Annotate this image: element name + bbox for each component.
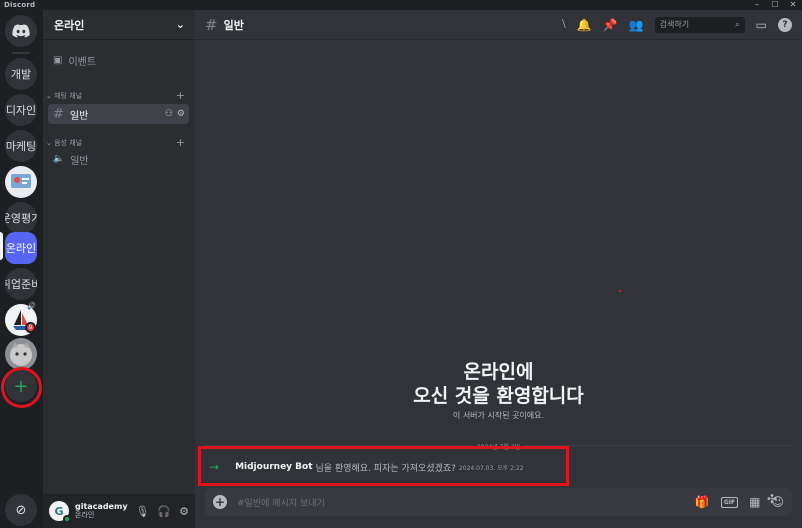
hash-icon: # <box>53 106 64 122</box>
server-evaluation[interactable]: 운영평가 <box>5 202 37 234</box>
speaker-icon: 🔈 <box>53 154 65 164</box>
gear-icon[interactable]: ⚙ <box>177 109 185 119</box>
server-image-icon[interactable] <box>5 166 37 198</box>
mention-badge: 9 <box>25 322 36 333</box>
cat-photo-icon <box>10 342 32 366</box>
discover-icon[interactable]: ⊘ <box>5 494 37 526</box>
server-online[interactable]: 온라인 <box>5 232 37 264</box>
server-dev[interactable]: 개발 <box>5 58 37 90</box>
server-header[interactable]: 온라인 ⌄ <box>43 10 195 40</box>
server-cat-avatar[interactable] <box>5 338 37 370</box>
rail-separator <box>12 52 30 54</box>
online-status-dot <box>63 515 71 523</box>
add-voice-channel-icon[interactable]: + <box>176 136 185 149</box>
user-panel: G gitacademy 온라인 🎙 🎧 ⚙ <box>43 494 195 528</box>
stray-dot <box>619 290 621 292</box>
server-name: 온라인 <box>54 18 85 32</box>
channel-header: # 일반 ⧵ 🔔 📌 👥 검색하기 ⌕ ▭ ? <box>195 10 802 40</box>
hash-icon: # <box>205 15 218 34</box>
category-text[interactable]: ⌄ 채팅 채널 + <box>46 89 185 102</box>
text-category-label: 채팅 채널 <box>54 91 83 100</box>
channel-sidebar: 온라인 ⌄ ▣ 이벤트 ⌄ 채팅 채널 + # 일반 ⚇ ⚙ ⌄ 음성 채널 +… <box>43 10 195 528</box>
gift-icon[interactable]: 🎁 <box>695 495 710 509</box>
welcome-line-2: 오신 것을 환영합니다 <box>413 385 584 407</box>
search-icon: ⌕ <box>735 19 740 29</box>
welcome-block: 온라인에 오신 것을 환영합니다 이 서버가 시작된 곳이에요. <box>195 360 802 421</box>
search-placeholder: 검색하기 <box>659 20 690 29</box>
highlight-circle <box>1 367 42 408</box>
voice-category-label: 음성 채널 <box>54 138 83 147</box>
chevron-icon: ⌄ <box>46 91 55 100</box>
user-info[interactable]: gitacademy 온라인 <box>75 502 128 520</box>
threads-icon[interactable]: ⧵ <box>562 17 566 32</box>
channel-general-text[interactable]: # 일반 ⚇ ⚙ <box>48 104 189 124</box>
window-controls: – ☐ ✕ <box>748 0 802 10</box>
category-voice[interactable]: ⌄ 음성 채널 + <box>46 136 185 149</box>
channel-label: 일반 <box>69 110 89 122</box>
welcome-subtitle: 이 서버가 시작된 곳이에요. <box>452 411 545 420</box>
gif-button[interactable]: GIF <box>720 496 739 508</box>
chevron-icon: ⌄ <box>46 138 55 147</box>
close-icon[interactable]: ✕ <box>784 0 802 10</box>
discord-window: Discord – ☐ ✕ 개발 디자인 마케팅 운영평가 온라인 취업준비 🔊… <box>0 0 802 528</box>
user-status: 온라인 <box>75 511 95 519</box>
voice-channel-label: 일반 <box>70 155 89 167</box>
inbox-icon[interactable]: ▭ <box>756 18 767 32</box>
message-composer: + #일반에 메시지 보내기 🎁 GIF ▦ ☺ <box>205 488 792 516</box>
settings-gear-icon[interactable]: ⚙ <box>179 505 189 518</box>
channel-title: 일반 <box>223 18 244 32</box>
events-label: 이벤트 <box>68 56 97 68</box>
minimize-icon[interactable]: – <box>748 0 766 10</box>
calendar-icon: ▣ <box>53 54 63 66</box>
welcome-line-1: 온라인에 <box>463 361 534 383</box>
search-input[interactable]: 검색하기 ⌕ <box>654 16 745 33</box>
highlight-box <box>198 446 569 486</box>
server-graphic-icon <box>11 174 31 188</box>
message-input[interactable]: #일반에 메시지 보내기 <box>237 496 325 509</box>
chevron-down-icon[interactable]: ⌄ <box>176 18 185 31</box>
active-server-indicator <box>0 232 3 260</box>
avatar-initial: G <box>54 504 64 518</box>
pin-icon[interactable]: 📌 <box>603 18 618 32</box>
apps-icon[interactable]: ✣ <box>767 492 777 506</box>
maximize-icon[interactable]: ☐ <box>766 0 784 10</box>
app-brand: Discord <box>4 1 36 9</box>
attach-plus-icon[interactable]: + <box>213 495 227 509</box>
headphones-icon[interactable]: 🎧 <box>157 505 171 518</box>
username: gitacademy <box>75 502 128 511</box>
microphone-icon[interactable]: 🎙 <box>135 505 149 518</box>
add-channel-icon[interactable]: + <box>176 89 185 102</box>
server-marketing[interactable]: 마케팅 <box>5 130 37 162</box>
discord-logo-icon <box>12 24 30 38</box>
server-job-prep[interactable]: 취업준비 <box>5 268 37 300</box>
voice-speaker-icon: 🔊 <box>27 302 36 310</box>
home-button[interactable] <box>5 15 37 47</box>
title-bar: Discord – ☐ ✕ <box>0 0 802 10</box>
server-rail: 개발 디자인 마케팅 운영평가 온라인 취업준비 🔊 9 + ⊘ <box>0 10 43 528</box>
help-icon[interactable]: ? <box>778 17 792 32</box>
bell-icon[interactable]: 🔔 <box>577 18 592 32</box>
sticker-icon[interactable]: ▦ <box>749 495 760 509</box>
channel-general-voice[interactable]: 🔈 일반 <box>48 149 189 169</box>
members-icon[interactable]: 👥 <box>629 18 644 32</box>
invite-icon[interactable]: ⚇ <box>165 109 173 119</box>
avatar[interactable]: G <box>49 501 71 523</box>
events-item[interactable]: ▣ 이벤트 <box>53 51 96 69</box>
server-design[interactable]: 디자인 <box>5 94 37 126</box>
